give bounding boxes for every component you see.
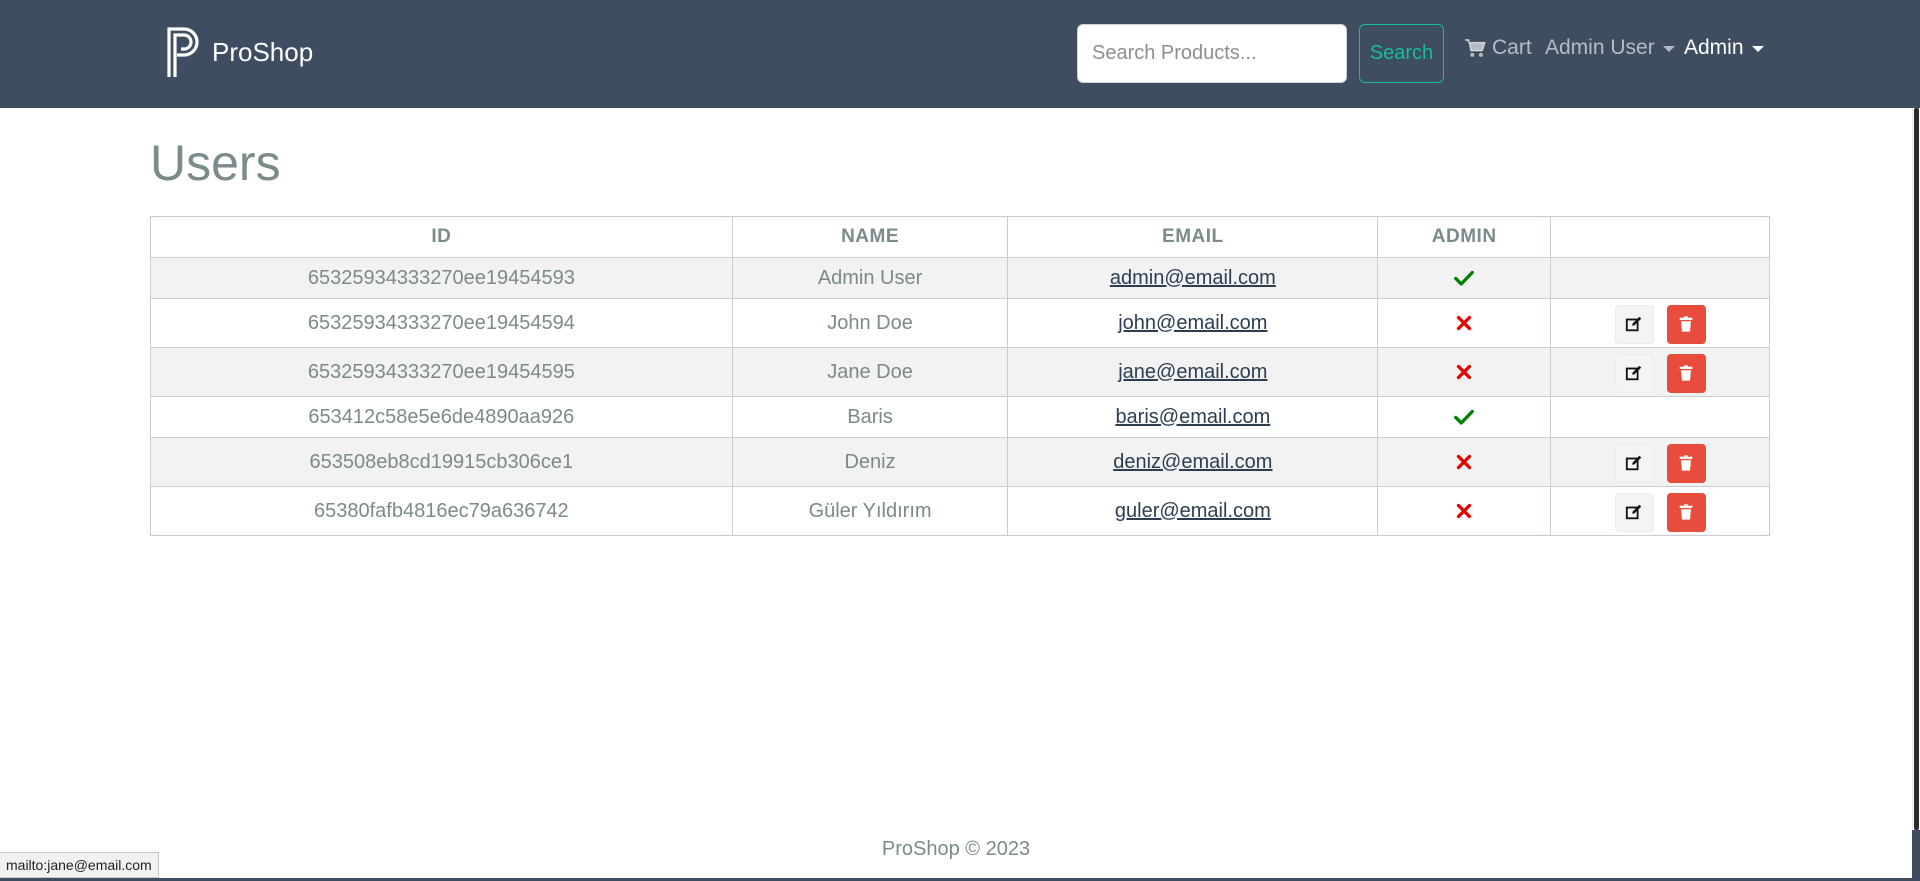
table-body: 65325934333270ee19454593 Admin User admin@…	[150, 257, 1770, 536]
table-row: 65325934333270ee19454594 John Doe john@ema…	[150, 298, 1770, 348]
search-button[interactable]: Search	[1359, 24, 1444, 83]
edit-user-button[interactable]	[1614, 443, 1654, 483]
brand-name: ProShop	[212, 36, 314, 67]
table-row: 653412c58e5e6de4890aa926 Baris baris@email…	[150, 396, 1770, 438]
cell-actions	[1550, 347, 1770, 397]
x-mark-icon	[1457, 365, 1472, 380]
cell-email: admin@email.com	[1007, 257, 1379, 299]
cart-link[interactable]: Cart	[1464, 36, 1532, 60]
cell-actions	[1550, 298, 1770, 348]
cell-admin	[1377, 347, 1552, 397]
email-link[interactable]: admin@email.com	[1110, 267, 1276, 289]
user-menu-label: Admin User	[1545, 36, 1655, 59]
header-actions	[1550, 216, 1770, 258]
x-mark-icon	[1457, 316, 1472, 331]
table-row: 653508eb8cd19915cb306ce1 Deniz deniz@email…	[150, 437, 1770, 487]
header-admin: ADMIN	[1377, 216, 1552, 258]
footer-copyright: ProShop © 2023	[881, 838, 1031, 860]
delete-user-button[interactable]	[1666, 304, 1706, 344]
row-actions	[1551, 491, 1769, 532]
email-link[interactable]: jane@email.com	[1118, 361, 1267, 383]
cell-name: Baris	[731, 396, 1009, 438]
cart-label: Cart	[1492, 36, 1532, 59]
navbar: ProShop Search Cart Admin User Admin	[0, 0, 1920, 108]
edit-icon	[1625, 316, 1642, 332]
cell-id: 65380fafb4816ec79a636742	[150, 486, 733, 536]
x-mark-icon	[1457, 455, 1472, 470]
row-actions	[1551, 442, 1769, 483]
cell-email: jane@email.com	[1007, 347, 1379, 397]
delete-user-button[interactable]	[1666, 353, 1706, 393]
cell-actions	[1550, 257, 1770, 299]
admin-menu-dropdown[interactable]: Admin	[1684, 36, 1764, 60]
check-icon	[1454, 410, 1475, 425]
edit-user-button[interactable]	[1614, 353, 1654, 393]
cell-id: 65325934333270ee19454594	[150, 298, 733, 348]
cell-admin	[1377, 486, 1552, 536]
browser-status-bar: mailto:jane@email.com	[0, 852, 159, 878]
x-mark-icon	[1457, 504, 1472, 519]
shopping-cart-icon	[1465, 39, 1486, 57]
trash-icon	[1679, 455, 1693, 471]
check-icon	[1454, 271, 1475, 286]
proshop-logo-icon	[167, 27, 199, 77]
cell-admin	[1377, 298, 1552, 348]
trash-icon	[1679, 365, 1693, 381]
chevron-down-icon	[1662, 46, 1675, 52]
email-link[interactable]: guler@email.com	[1115, 500, 1271, 522]
cell-admin	[1377, 396, 1552, 438]
header-email: EMAIL	[1007, 216, 1379, 258]
admin-menu-label: Admin	[1684, 36, 1744, 59]
trash-icon	[1679, 316, 1693, 332]
cell-id: 653412c58e5e6de4890aa926	[150, 396, 733, 438]
user-menu-dropdown[interactable]: Admin User	[1545, 36, 1675, 60]
cell-email: guler@email.com	[1007, 486, 1379, 536]
edit-icon	[1625, 365, 1642, 381]
cell-name: Admin User	[731, 257, 1009, 299]
search-input[interactable]	[1077, 24, 1347, 83]
email-link[interactable]: deniz@email.com	[1113, 451, 1272, 473]
email-link[interactable]: baris@email.com	[1115, 406, 1270, 428]
cell-name: Güler Yıldırım	[731, 486, 1009, 536]
edit-icon	[1625, 455, 1642, 471]
table-row: 65380fafb4816ec79a636742 Güler Yıldırım gu…	[150, 486, 1770, 536]
trash-icon	[1679, 504, 1693, 520]
cell-email: deniz@email.com	[1007, 437, 1379, 487]
cell-email: john@email.com	[1007, 298, 1379, 348]
delete-user-button[interactable]	[1666, 443, 1706, 483]
cell-id: 65325934333270ee19454595	[150, 347, 733, 397]
cell-admin	[1377, 437, 1552, 487]
cell-actions	[1550, 396, 1770, 438]
edit-icon	[1625, 504, 1642, 520]
cell-id: 65325934333270ee19454593	[150, 257, 733, 299]
cell-email: baris@email.com	[1007, 396, 1379, 438]
page-title: Users	[150, 135, 281, 191]
scrollbar-thumb[interactable]	[1914, 108, 1919, 830]
delete-user-button[interactable]	[1666, 492, 1706, 532]
chevron-down-icon	[1751, 46, 1764, 52]
edit-user-button[interactable]	[1614, 492, 1654, 532]
header-name: NAME	[731, 216, 1009, 258]
table-header-row: ID NAME EMAIL ADMIN	[150, 216, 1770, 258]
email-link[interactable]: john@email.com	[1118, 312, 1267, 334]
cell-name: John Doe	[731, 298, 1009, 348]
row-actions	[1551, 303, 1769, 344]
cell-admin	[1377, 257, 1552, 299]
edit-user-button[interactable]	[1614, 304, 1654, 344]
cell-actions	[1550, 486, 1770, 536]
table-row: 65325934333270ee19454595 Jane Doe jane@ema…	[150, 347, 1770, 397]
users-table: ID NAME EMAIL ADMIN 65325934333270ee1945…	[150, 216, 1770, 536]
header-id: ID	[150, 216, 733, 258]
brand-link[interactable]: ProShop	[164, 25, 313, 79]
table-row: 65325934333270ee19454593 Admin User admin@…	[150, 257, 1770, 299]
cell-actions	[1550, 437, 1770, 487]
row-actions	[1551, 352, 1769, 393]
cell-name: Jane Doe	[731, 347, 1009, 397]
cell-id: 653508eb8cd19915cb306ce1	[150, 437, 733, 487]
cell-name: Deniz	[731, 437, 1009, 487]
